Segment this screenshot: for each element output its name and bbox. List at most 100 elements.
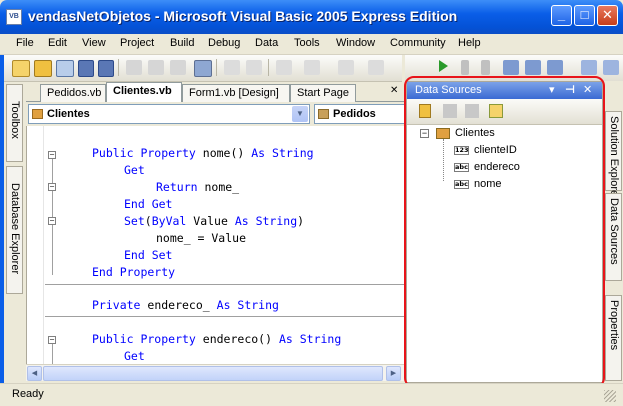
properties-label: Properties [608,300,620,351]
code-navigation-bar: Clientes ▼ Pedidos [26,102,404,126]
open-folder-icon[interactable] [34,60,52,77]
title-bar[interactable]: VB vendasNetObjetos - Microsoft Visual B… [0,0,623,34]
status-text: Ready [12,388,44,400]
code-line: End Property [92,265,176,279]
add-new-data-source-icon[interactable] [419,104,431,118]
collapse-icon[interactable]: − [48,217,56,225]
uncomment-icon[interactable] [246,60,262,75]
stop-icon[interactable] [481,60,490,75]
chevron-down-icon[interactable]: ▼ [292,106,308,122]
data-sources-tab[interactable]: Data Sources [605,193,622,281]
code-line: nome_ = Value [156,231,247,245]
find-icon[interactable] [194,60,212,77]
procedure-separator [45,316,404,317]
pause-icon[interactable] [461,60,469,75]
menu-edit[interactable]: Edit [48,37,67,49]
edit-dataset-designer-icon[interactable] [443,104,457,118]
collapse-icon[interactable]: − [48,336,56,344]
menu-community[interactable]: Community [390,37,446,49]
menu-window[interactable]: Window [336,37,375,49]
text-field-icon: abc [454,180,469,189]
text-field-icon: abc [454,163,469,172]
code-editor[interactable]: − − − − Public Property nome() As String… [26,126,404,364]
save-all-icon[interactable] [98,60,114,77]
standard-toolbar [4,55,402,82]
configure-dataset-icon[interactable] [465,104,479,118]
tree-node-clienteid[interactable]: clienteID [474,144,517,156]
menu-file[interactable]: File [16,37,34,49]
tab-pedidos-vb[interactable]: Pedidos.vb [40,84,106,102]
left-sidebar: Toolbox Database Explorer [4,82,25,382]
menu-project[interactable]: Project [120,37,154,49]
tab-form1-design[interactable]: Form1.vb [Design] [182,84,290,102]
cut-icon[interactable] [126,60,142,75]
undo-icon[interactable] [276,60,292,75]
properties-window-icon[interactable] [603,60,619,75]
data-sources-panel: Data Sources ▾ ⊣ ✕ − Clientes 123 client… [406,81,603,383]
menu-debug[interactable]: Debug [208,37,240,49]
scroll-right-icon[interactable]: ▶ [386,366,401,381]
tree-node-endereco[interactable]: endereco [474,161,520,173]
navigate-forward-icon[interactable] [368,60,384,75]
method-name-value: Pedidos [333,108,376,120]
code-line: Public Property nome() As String [92,146,314,160]
properties-tab[interactable]: Properties [605,295,622,381]
step-into-icon[interactable] [503,60,519,75]
outline-line [52,344,53,364]
collapse-icon[interactable]: − [48,183,56,191]
tree-node-clientes[interactable]: Clientes [455,127,495,139]
class-name-value: Clientes [47,108,90,120]
paste-icon[interactable] [170,60,186,75]
menu-help[interactable]: Help [458,37,481,49]
scroll-thumb[interactable] [43,366,383,381]
navigate-backward-icon[interactable] [338,60,354,75]
close-button[interactable]: ✕ [597,5,618,26]
vb-app-icon[interactable]: VB [6,9,22,25]
refresh-icon[interactable] [489,104,503,118]
window-position-dropdown-icon[interactable]: ▾ [549,83,555,96]
step-over-icon[interactable] [525,60,541,75]
menu-bar: File Edit View Project Build Debug Data … [0,34,623,55]
procedure-separator [45,284,404,285]
toolbar-separator [216,59,217,76]
right-sidebar: Solution Explorer Data Sources Propertie… [603,81,623,383]
menu-build[interactable]: Build [170,37,194,49]
method-name-combo[interactable]: Pedidos [314,104,404,124]
minimize-button[interactable]: _ [551,5,572,26]
collapse-node-icon[interactable]: − [420,129,429,138]
code-line: Set(ByVal Value As String) [124,214,305,228]
document-tabs: Pedidos.vb Clientes.vb Form1.vb [Design]… [26,82,404,102]
auto-hide-pin-icon[interactable]: ⊣ [565,83,575,96]
new-project-icon[interactable] [12,60,30,77]
tree-node-nome[interactable]: nome [474,178,502,190]
scroll-left-icon[interactable]: ◀ [27,366,42,381]
resize-grip-icon[interactable] [604,390,616,402]
collapse-icon[interactable]: − [48,151,56,159]
start-debugging-icon[interactable] [439,60,448,72]
step-out-icon[interactable] [547,60,563,75]
database-explorer-tab[interactable]: Database Explorer [6,166,23,294]
close-panel-icon[interactable]: ✕ [583,83,592,96]
database-explorer-label: Database Explorer [9,183,21,275]
solution-explorer-tab[interactable]: Solution Explorer [605,111,622,200]
menu-tools[interactable]: Tools [294,37,320,49]
solution-explorer-icon[interactable] [581,60,597,75]
comment-icon[interactable] [224,60,240,75]
tab-clientes-vb[interactable]: Clientes.vb [106,82,182,102]
close-tab-icon[interactable]: ✕ [390,85,398,96]
code-line: Get [124,163,145,177]
add-item-icon[interactable] [56,60,74,77]
save-icon[interactable] [78,60,94,77]
data-sources-title-bar[interactable]: Data Sources ▾ ⊣ ✕ [407,82,602,99]
code-line: Get [124,349,145,363]
maximize-button[interactable]: □ [574,5,595,26]
menu-data[interactable]: Data [255,37,278,49]
tab-start-page[interactable]: Start Page [290,84,356,102]
copy-icon[interactable] [148,60,164,75]
toolbox-tab[interactable]: Toolbox [6,84,23,162]
toolbox-label: Toolbox [9,101,21,139]
class-name-combo[interactable]: Clientes ▼ [28,104,310,124]
menu-view[interactable]: View [82,37,106,49]
horizontal-scrollbar[interactable]: ◀ ▶ [26,364,404,381]
redo-icon[interactable] [304,60,320,75]
